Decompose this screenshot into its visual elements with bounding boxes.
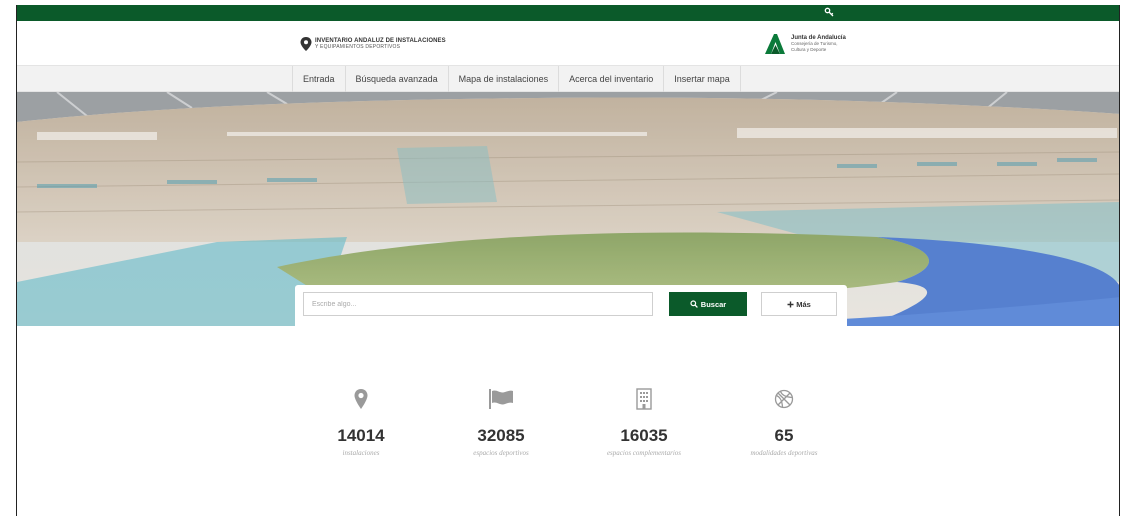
stats-section: 14014 instalaciones 32085 espacios depor… <box>17 385 1119 485</box>
search-icon <box>690 300 698 308</box>
main-nav: Entrada Búsqueda avanzada Mapa de instal… <box>17 65 1119 92</box>
logo-pin-icon <box>300 37 312 51</box>
nav-item-acerca-inventario[interactable]: Acerca del inventario <box>559 66 665 92</box>
flag-icon <box>489 389 513 409</box>
stat-value: 16035 <box>620 426 668 445</box>
building-icon <box>636 388 652 410</box>
nav-item-entrada[interactable]: Entrada <box>292 66 346 92</box>
stat-value: 32085 <box>477 426 525 445</box>
stat-value: 14014 <box>337 426 385 445</box>
junta-logo[interactable]: Junta de Andalucía Consejería de Turismo… <box>763 32 846 56</box>
map-marker-icon <box>354 389 368 409</box>
more-button-label: Más <box>796 299 811 309</box>
brand-title-line2: Y EQUIPAMIENTOS DEPORTIVOS <box>315 44 401 50</box>
nav-item-busqueda-avanzada[interactable]: Búsqueda avanzada <box>346 66 449 92</box>
site-logo[interactable]: INVENTARIO ANDALUZ DE INSTALACIONES Y EQ… <box>300 36 446 52</box>
nav-item-mapa-instalaciones[interactable]: Mapa de instalaciones <box>449 66 560 92</box>
stat-instalaciones: 14014 instalaciones <box>301 385 421 457</box>
stat-label: espacios deportivos <box>473 449 529 457</box>
junta-subtitle-2: Cultura y Deporte <box>791 47 827 52</box>
site-header: INVENTARIO ANDALUZ DE INSTALACIONES Y EQ… <box>17 21 1119 65</box>
search-button-label: Buscar <box>700 299 727 309</box>
stat-espacios-deportivos: 32085 espacios deportivos <box>441 385 561 457</box>
junta-andalucia-icon <box>765 34 785 54</box>
more-button[interactable]: Más <box>761 292 837 316</box>
stat-espacios-complementarios: 16035 espacios complementarios <box>584 385 704 457</box>
top-bar <box>17 5 1119 21</box>
stat-label: espacios complementarios <box>606 449 682 457</box>
stat-label: modalidades deportivas <box>750 449 818 457</box>
search-input[interactable] <box>303 292 653 316</box>
plus-icon <box>787 301 794 307</box>
stat-modalidades-deportivas: 65 modalidades deportivas <box>724 385 844 457</box>
stat-label: instalaciones <box>342 449 380 457</box>
nav-item-insertar-mapa[interactable]: Insertar mapa <box>664 66 741 92</box>
stat-value: 65 <box>774 426 794 445</box>
search-panel: Buscar Más <box>295 285 847 331</box>
key-icon[interactable] <box>823 7 835 19</box>
page-frame: INVENTARIO ANDALUZ DE INSTALACIONES Y EQ… <box>16 5 1120 516</box>
basketball-icon <box>774 389 794 409</box>
search-button[interactable]: Buscar <box>669 292 747 316</box>
